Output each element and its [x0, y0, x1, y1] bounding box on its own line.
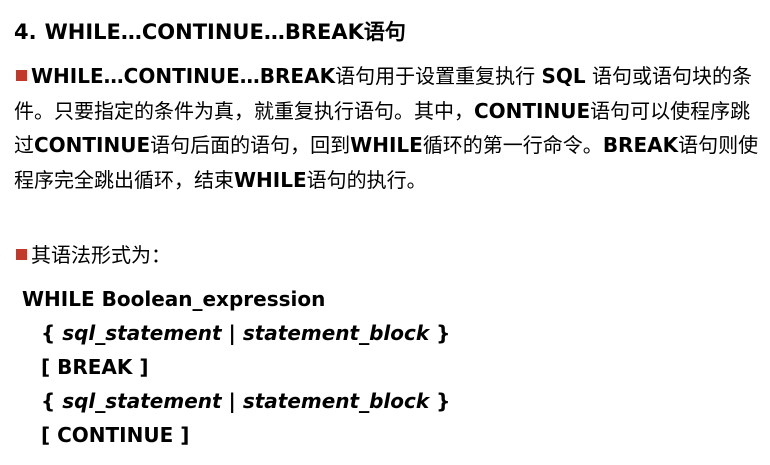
section-title: WHILE…CONTINUE…BREAK语句 [44, 20, 406, 44]
paragraph-text: 循环的第一行命令。 [422, 133, 603, 157]
syntax-while-line: WHILE Boolean_expression [22, 287, 326, 311]
statement-keyword: WHILE…CONTINUE…BREAK [31, 64, 336, 88]
sql-statement-placeholder: sql_statement [62, 321, 222, 345]
continue-keyword: CONTINUE [34, 133, 151, 157]
break-keyword: BREAK [602, 133, 679, 157]
square-bullet-icon [16, 70, 27, 81]
slide: 4. WHILE…CONTINUE…BREAK语句 WHILE…CONTINUE…… [0, 0, 770, 465]
syntax-block: WHILE Boolean_expression { sql_statement… [22, 282, 450, 452]
while-keyword: WHILE [234, 167, 307, 192]
brace-open: { [41, 321, 63, 345]
syntax-statement-line: { sql_statement | statement_block } [22, 316, 450, 350]
paragraph-text: 语句用于设置重复执行 [335, 64, 542, 88]
brace-open: { [41, 389, 63, 413]
square-bullet-icon [16, 249, 27, 260]
paragraph-text: 语句的执行。 [306, 167, 427, 192]
syntax-statement-line: { sql_statement | statement_block } [22, 384, 450, 418]
syntax-intro-paragraph: 其语法形式为： [14, 238, 764, 273]
sql-keyword: SQL [541, 64, 586, 88]
syntax-break-line: [ BREAK ] [41, 355, 149, 379]
statement-block-placeholder: statement_block [242, 321, 430, 345]
syntax-continue-line: [ CONTINUE ] [41, 423, 190, 447]
brace-close: } [429, 389, 451, 413]
section-heading: 4. WHILE…CONTINUE…BREAK语句 [14, 17, 406, 47]
paragraph-text: 语句后面的语句，回到 [150, 133, 351, 157]
pipe-separator: | [221, 389, 243, 413]
syntax-intro-text: 其语法形式为： [31, 243, 171, 267]
pipe-separator: | [221, 321, 243, 345]
while-keyword: WHILE [350, 133, 423, 157]
section-number: 4. [14, 20, 37, 44]
continue-keyword: CONTINUE [474, 98, 591, 123]
sql-statement-placeholder: sql_statement [62, 389, 222, 413]
brace-close: } [429, 321, 451, 345]
description-paragraph: WHILE…CONTINUE…BREAK语句用于设置重复执行 SQL 语句或语句… [14, 59, 764, 197]
statement-block-placeholder: statement_block [242, 389, 430, 413]
